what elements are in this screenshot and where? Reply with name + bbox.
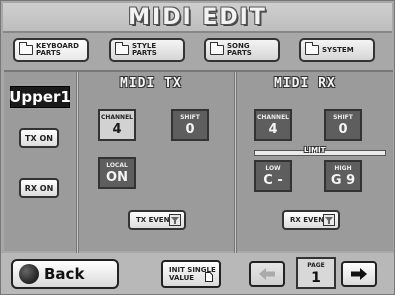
rx-channel-label: CHANNEL bbox=[256, 114, 290, 121]
page-label: PAGE bbox=[307, 262, 325, 269]
rx-high-label: HIGH bbox=[334, 165, 352, 172]
prev-page-button[interactable] bbox=[249, 261, 285, 287]
page-indicator: PAGE 1 bbox=[296, 257, 336, 289]
init-label-line2: VALUE bbox=[169, 274, 195, 282]
filter-icon bbox=[323, 214, 335, 226]
parameter-panel: Upper1 TX ON RX ON MIDI TX CHANNEL 4 SHI… bbox=[4, 70, 393, 253]
tab-label: STYLE PARTS bbox=[132, 43, 157, 57]
folder-icon bbox=[114, 42, 129, 55]
tab-song-parts[interactable]: SONG PARTS bbox=[204, 38, 280, 62]
tab-label-line2: PARTS bbox=[36, 49, 61, 57]
tx-shift-field[interactable]: SHIFT 0 bbox=[171, 109, 209, 141]
midi-rx-title: MIDI RX bbox=[274, 76, 336, 91]
filter-icon bbox=[169, 214, 181, 226]
midi-edit-screen: MIDI EDIT KEYBOARD PARTS STYLE PARTS SON… bbox=[0, 0, 395, 295]
rx-shift-value: 0 bbox=[338, 122, 348, 137]
globe-icon bbox=[19, 264, 39, 284]
tab-label: SONG PARTS bbox=[227, 43, 252, 57]
folder-icon bbox=[18, 42, 33, 55]
part-name: Upper1 bbox=[9, 86, 71, 108]
tab-label: KEYBOARD PARTS bbox=[36, 43, 79, 57]
rx-high-field[interactable]: HIGH G 9 bbox=[324, 160, 362, 192]
tx-local-field[interactable]: LOCAL ON bbox=[98, 157, 136, 189]
tx-event-button[interactable]: TX EVENT bbox=[128, 210, 186, 230]
column-divider bbox=[234, 72, 237, 253]
page-title: MIDI EDIT bbox=[128, 4, 267, 30]
next-page-button[interactable] bbox=[341, 261, 377, 287]
tab-row: KEYBOARD PARTS STYLE PARTS SONG PARTS SY… bbox=[1, 35, 394, 69]
rx-on-button[interactable]: RX ON bbox=[19, 178, 59, 198]
tx-local-label: LOCAL bbox=[106, 162, 128, 169]
tab-label-line2: PARTS bbox=[132, 49, 157, 57]
arrow-left-icon bbox=[259, 268, 275, 280]
tab-keyboard-parts[interactable]: KEYBOARD PARTS bbox=[13, 38, 89, 62]
tx-channel-value: 4 bbox=[112, 122, 122, 137]
folder-icon bbox=[209, 42, 224, 55]
tab-system[interactable]: SYSTEM bbox=[299, 38, 375, 62]
rx-low-field[interactable]: LOW C - bbox=[254, 160, 292, 192]
midi-tx-title: MIDI TX bbox=[120, 76, 182, 91]
tx-channel-label: CHANNEL bbox=[100, 114, 134, 121]
rx-event-button[interactable]: RX EVENT bbox=[282, 210, 340, 230]
tx-shift-value: 0 bbox=[185, 122, 195, 137]
back-button[interactable]: Back bbox=[11, 259, 119, 289]
init-single-value-button[interactable]: INIT SINGLE VALUE bbox=[161, 260, 221, 288]
arrow-right-icon bbox=[351, 268, 367, 280]
tab-style-parts[interactable]: STYLE PARTS bbox=[109, 38, 185, 62]
tx-channel-field[interactable]: CHANNEL 4 bbox=[98, 109, 136, 141]
column-divider bbox=[76, 72, 79, 253]
rx-shift-label: SHIFT bbox=[333, 114, 353, 121]
limit-label: LIMIT bbox=[304, 146, 326, 154]
tx-local-value: ON bbox=[106, 170, 128, 185]
title-bar: MIDI EDIT bbox=[3, 3, 392, 33]
rx-high-value: G 9 bbox=[330, 173, 356, 188]
tx-on-button[interactable]: TX ON bbox=[19, 128, 59, 148]
rx-channel-value: 4 bbox=[268, 122, 278, 137]
rx-shift-field[interactable]: SHIFT 0 bbox=[324, 109, 362, 141]
tx-shift-label: SHIFT bbox=[180, 114, 200, 121]
back-label: Back bbox=[44, 265, 85, 283]
bottom-bar: Back INIT SINGLE VALUE PAGE 1 bbox=[1, 253, 394, 294]
tab-label-line1: SYSTEM bbox=[322, 45, 354, 54]
page-value: 1 bbox=[311, 270, 321, 286]
document-icon bbox=[205, 272, 213, 282]
rx-low-label: LOW bbox=[265, 165, 281, 172]
folder-icon bbox=[304, 42, 319, 55]
rx-channel-field[interactable]: CHANNEL 4 bbox=[254, 109, 292, 141]
tab-label-line2: PARTS bbox=[227, 49, 252, 57]
rx-low-value: C - bbox=[263, 173, 283, 188]
